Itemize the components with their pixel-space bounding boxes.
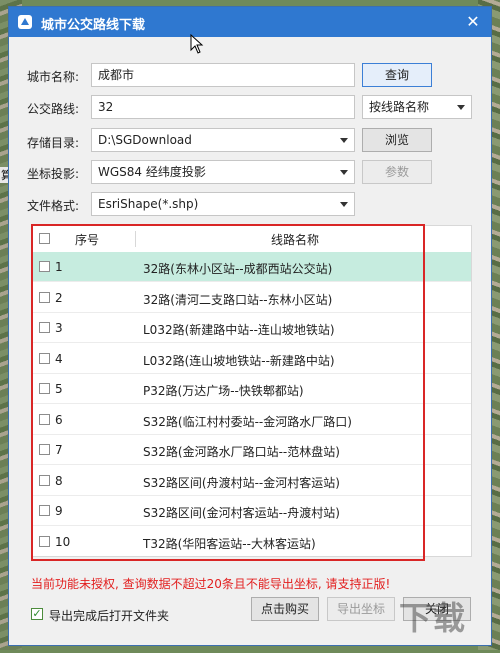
row-index: 7 bbox=[55, 443, 63, 457]
format-select[interactable]: EsriShape(*.shp) bbox=[91, 192, 355, 216]
column-header-name[interactable]: 线路名称 bbox=[271, 231, 319, 248]
search-mode-value: 按线路名称 bbox=[369, 100, 430, 114]
row-route-name: S32路(临江村村委站--金河路水厂路口) bbox=[143, 414, 352, 429]
row-checkbox[interactable] bbox=[39, 383, 50, 394]
app-logo-icon bbox=[18, 15, 32, 29]
export-coordinates-button[interactable]: 导出坐标 bbox=[327, 597, 395, 621]
row-route-name: S32路(金河路水厂路口站--范林盘站) bbox=[143, 445, 340, 459]
column-divider[interactable] bbox=[135, 231, 136, 247]
route-label: 公交路线: bbox=[27, 102, 80, 116]
projection-value: WGS84 经纬度投影 bbox=[98, 165, 206, 179]
row-index: 9 bbox=[55, 504, 63, 518]
query-button[interactable]: 查询 bbox=[362, 63, 432, 87]
city-input[interactable]: 成都市 bbox=[91, 63, 355, 87]
table-row[interactable]: 2 32路(清河二支路口站--东林小区站) bbox=[33, 283, 471, 313]
row-index: 4 bbox=[55, 351, 63, 366]
column-header-index[interactable]: 序号 bbox=[75, 231, 99, 248]
watermark-logo: 下载 bbox=[399, 599, 468, 637]
row-checkbox[interactable] bbox=[39, 291, 50, 303]
row-index: 10 bbox=[55, 534, 71, 549]
directory-label: 存储目录: bbox=[27, 136, 80, 150]
table-row[interactable]: 6 S32路(临江村村委站--金河路水厂路口) bbox=[33, 405, 471, 435]
table-row[interactable]: 10 T32路(华阳客运站--大林客运站) bbox=[33, 527, 471, 556]
row-index: 2 bbox=[55, 290, 63, 305]
table-row[interactable]: 1 32路(东林小区站--成都西站公交站) bbox=[33, 252, 471, 282]
route-table: 序号 线路名称 1 32路(东林小区站--成都西站公交站) 2 32路(清河二支路口站… bbox=[32, 225, 472, 557]
directory-value: D:\SGDownload bbox=[98, 133, 192, 147]
directory-select[interactable]: D:\SGDownload bbox=[91, 128, 355, 152]
table-row[interactable]: 4 L032路(连山坡地铁站--新建路中站) bbox=[33, 344, 471, 374]
row-route-name: L032路(新建路中站--连山坡地铁站) bbox=[143, 323, 335, 337]
row-route-name: T32路(华阳客运站--大林客运站) bbox=[143, 536, 316, 551]
row-checkbox[interactable] bbox=[39, 444, 50, 455]
title-bar[interactable]: 城市公交路线下载 ✕ bbox=[9, 7, 491, 37]
row-checkbox[interactable] bbox=[39, 474, 50, 486]
format-label: 文件格式: bbox=[27, 199, 80, 213]
projection-select[interactable]: WGS84 经纬度投影 bbox=[91, 160, 355, 184]
parameters-button[interactable]: 参数 bbox=[362, 160, 432, 184]
row-route-name: 32路(清河二支路口站--东林小区站) bbox=[143, 292, 333, 307]
row-checkbox[interactable] bbox=[39, 505, 50, 516]
search-mode-select[interactable]: 按线路名称 bbox=[362, 95, 472, 119]
row-index: 3 bbox=[55, 321, 63, 335]
close-icon[interactable]: ✕ bbox=[463, 12, 483, 32]
row-checkbox[interactable] bbox=[39, 261, 50, 272]
open-folder-label[interactable]: 导出完成后打开文件夹 bbox=[49, 607, 169, 624]
row-route-name: P32路(万达广场--快铁郫都站) bbox=[143, 384, 304, 398]
projection-label: 坐标投影: bbox=[27, 167, 80, 181]
row-route-name: S32路区间(舟渡村站--金河村客运站) bbox=[143, 475, 340, 490]
window-title: 城市公交路线下载 bbox=[41, 18, 146, 33]
open-folder-checkbox[interactable]: ✓ bbox=[31, 608, 43, 620]
table-row[interactable]: 5 P32路(万达广场--快铁郫都站) bbox=[33, 374, 471, 404]
buy-button[interactable]: 点击购买 bbox=[251, 597, 319, 621]
table-row[interactable]: 8 S32路区间(舟渡村站--金河村客运站) bbox=[33, 466, 471, 496]
license-warning: 当前功能未授权, 查询数据不超过20条且不能导出坐标, 请支持正版! bbox=[31, 577, 391, 591]
table-row[interactable]: 7 S32路(金河路水厂路口站--范林盘站) bbox=[33, 435, 471, 465]
mouse-cursor-icon bbox=[190, 34, 204, 54]
row-route-name: L032路(连山坡地铁站--新建路中站) bbox=[143, 353, 335, 368]
row-index: 6 bbox=[55, 412, 63, 427]
browse-button[interactable]: 浏览 bbox=[362, 128, 432, 152]
row-index: 8 bbox=[55, 473, 63, 488]
select-all-checkbox[interactable] bbox=[39, 233, 50, 244]
row-checkbox[interactable] bbox=[39, 322, 50, 333]
table-row[interactable]: 3 L032路(新建路中站--连山坡地铁站) bbox=[33, 313, 471, 343]
row-route-name: S32路区间(金河村客运站--舟渡村站) bbox=[143, 506, 340, 520]
row-checkbox[interactable] bbox=[39, 352, 50, 364]
row-checkbox[interactable] bbox=[39, 413, 50, 425]
route-input[interactable]: 32 bbox=[91, 95, 355, 119]
city-label: 城市名称: bbox=[27, 70, 80, 84]
bus-route-download-dialog: 城市公交路线下载 ✕ 城市名称: 成都市 查询 公交路线: 32 按线路名称 存… bbox=[8, 6, 492, 646]
row-route-name: 32路(东林小区站--成都西站公交站) bbox=[143, 262, 333, 276]
row-index: 5 bbox=[55, 382, 63, 396]
table-row[interactable]: 9 S32路区间(金河村客运站--舟渡村站) bbox=[33, 496, 471, 526]
row-index: 1 bbox=[55, 260, 63, 274]
table-header: 序号 线路名称 bbox=[33, 226, 471, 253]
row-checkbox[interactable] bbox=[39, 535, 50, 547]
format-value: EsriShape(*.shp) bbox=[98, 197, 199, 211]
